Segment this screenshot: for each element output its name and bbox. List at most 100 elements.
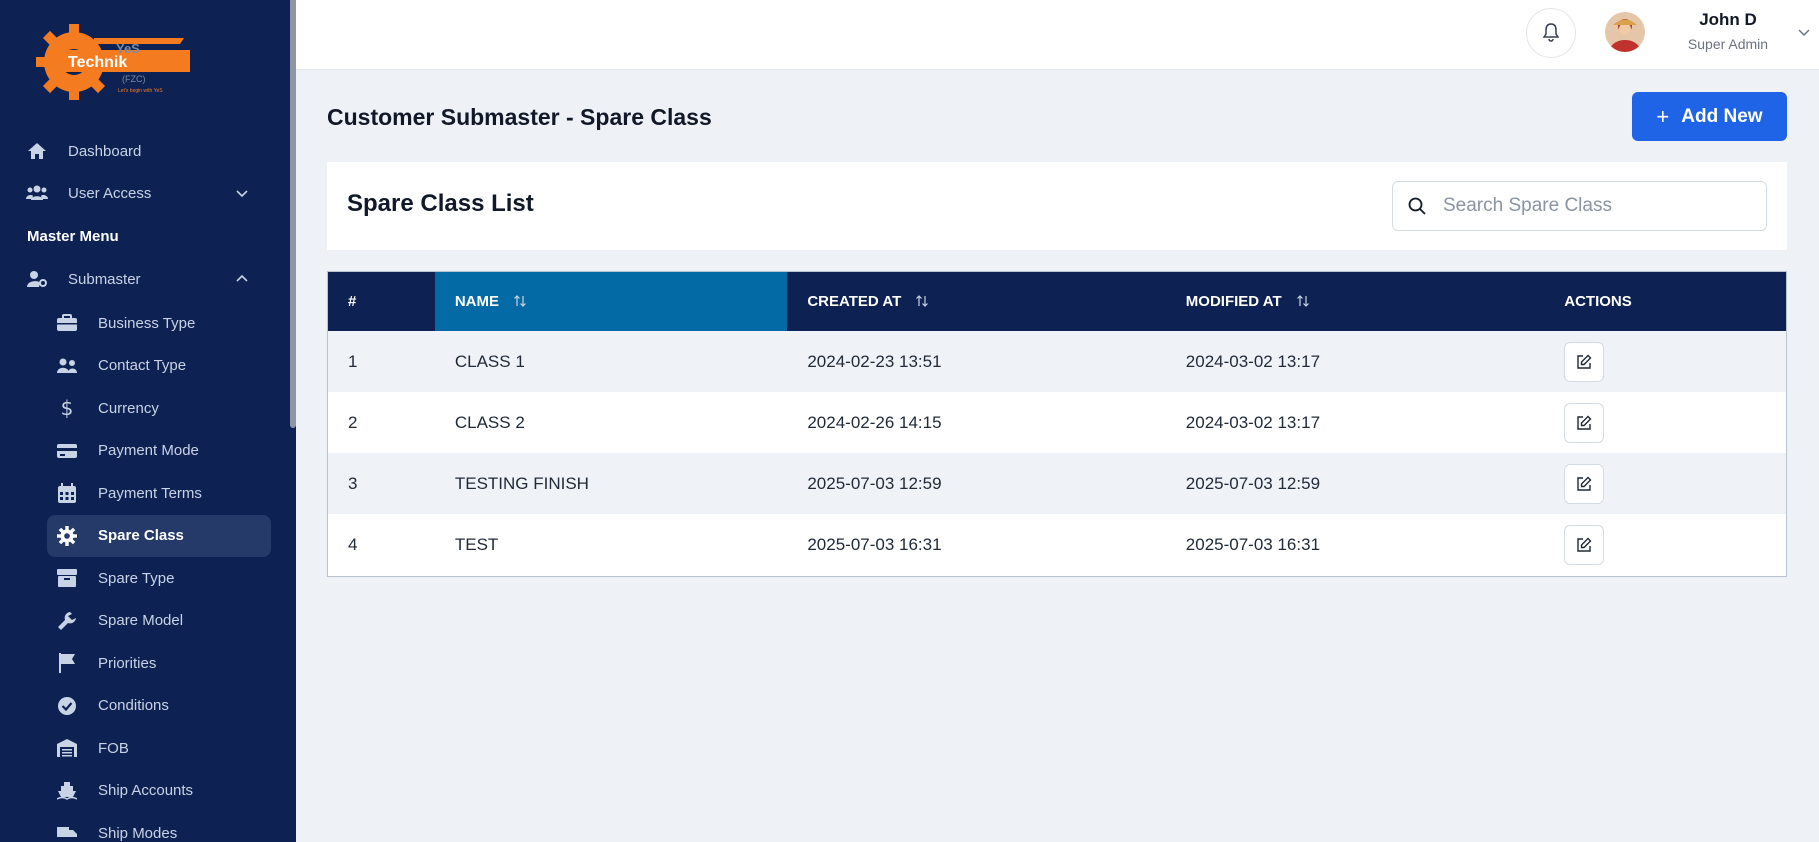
cell-modified-at: 2025-07-03 12:59 bbox=[1185, 473, 1321, 493]
edit-icon bbox=[1577, 537, 1592, 552]
sidebar-item-payment-terms[interactable]: Payment Terms bbox=[47, 472, 271, 515]
edit-icon bbox=[1577, 354, 1592, 369]
cell-name: TEST bbox=[454, 534, 499, 554]
sidebar-item-spare-class[interactable]: Spare Class bbox=[47, 514, 271, 557]
section-heading-master-menu: Master Menu bbox=[27, 227, 119, 245]
sidebar-item-label: Conditions bbox=[98, 697, 169, 715]
notifications-button[interactable] bbox=[1526, 8, 1576, 58]
column-header-created-at[interactable]: CREATED AT bbox=[787, 272, 1165, 331]
cell-index: 4 bbox=[348, 534, 358, 554]
flag-icon bbox=[56, 652, 78, 674]
sidebar-item-label: Spare Class bbox=[98, 527, 184, 545]
sidebar-item-payment-mode[interactable]: Payment Mode bbox=[47, 430, 271, 473]
sidebar-item-label: Payment Terms bbox=[98, 484, 202, 502]
chevron-up-icon bbox=[236, 274, 248, 282]
wrench-icon bbox=[56, 610, 78, 632]
sidebar-item-label: FOB bbox=[98, 739, 129, 757]
sidebar-item-label: Spare Model bbox=[98, 612, 184, 630]
add-new-button[interactable]: + Add New bbox=[1632, 92, 1787, 141]
sidebar-item-user-access[interactable]: User Access bbox=[0, 172, 290, 214]
brand-logo[interactable]: YeS Technik (FZC) Let's begin with YeS bbox=[34, 16, 194, 106]
cell-actions bbox=[1544, 331, 1786, 392]
cell-created-at: 2024-02-26 14:15 bbox=[807, 412, 942, 432]
sort-icon[interactable] bbox=[915, 294, 929, 308]
sidebar-item-contact-type[interactable]: Contact Type bbox=[47, 345, 271, 388]
table-row: 4 TEST 2025-07-03 16:31 2025-07-03 16:31 bbox=[328, 514, 1786, 575]
sidebar-item-priorities[interactable]: Priorities bbox=[47, 642, 271, 685]
search-box[interactable] bbox=[1392, 181, 1767, 231]
cell-created-at: 2024-02-23 13:51 bbox=[807, 351, 942, 371]
user-name[interactable]: John D bbox=[1668, 10, 1788, 30]
cell-index: 3 bbox=[348, 473, 358, 493]
edit-icon bbox=[1577, 476, 1592, 491]
sort-icon[interactable] bbox=[1296, 294, 1310, 308]
credit-card-icon bbox=[56, 440, 78, 462]
sidebar-nav: Dashboard User Access Master Menu Submas… bbox=[0, 130, 290, 842]
sidebar-item-spare-type[interactable]: Spare Type bbox=[47, 557, 271, 600]
page-title: Customer Submaster - Spare Class bbox=[327, 104, 712, 130]
briefcase-icon bbox=[56, 312, 78, 334]
sidebar-item-spare-model[interactable]: Spare Model bbox=[47, 600, 271, 643]
sort-icon[interactable] bbox=[513, 294, 527, 308]
warehouse-icon bbox=[56, 737, 78, 759]
edit-button[interactable] bbox=[1564, 341, 1605, 382]
gear-icon bbox=[56, 525, 78, 547]
sidebar-item-ship-modes[interactable]: Ship Modes bbox=[47, 812, 271, 842]
svg-text:Technik: Technik bbox=[68, 54, 127, 71]
user-cog-icon bbox=[26, 268, 48, 290]
sidebar-item-business-type[interactable]: Business Type bbox=[47, 302, 271, 345]
cell-actions bbox=[1544, 453, 1786, 514]
bell-icon bbox=[1542, 23, 1560, 42]
edit-button[interactable] bbox=[1564, 402, 1605, 443]
search-input[interactable] bbox=[1443, 195, 1743, 217]
sidebar-item-label: Contact Type bbox=[98, 357, 187, 375]
check-circle-icon bbox=[56, 695, 78, 717]
cell-index: 2 bbox=[348, 412, 358, 432]
home-icon bbox=[26, 140, 48, 162]
sidebar-item-submaster[interactable]: Submaster bbox=[0, 258, 290, 300]
cell-modified-at: 2025-07-03 16:31 bbox=[1185, 534, 1321, 554]
list-title: Spare Class List bbox=[347, 190, 534, 217]
sidebar-item-label: Ship Modes bbox=[98, 824, 178, 842]
cell-modified-at: 2024-03-02 13:17 bbox=[1185, 351, 1321, 371]
sidebar-item-label: Business Type bbox=[98, 314, 196, 332]
cell-actions bbox=[1544, 392, 1786, 453]
sidebar-item-label: Submaster bbox=[68, 270, 141, 288]
table-row: 2 CLASS 2 2024-02-26 14:15 2024-03-02 13… bbox=[328, 392, 1786, 453]
table-header-row: # NAME CREATED AT MODIFIED AT ACTIONS bbox=[328, 272, 1786, 331]
sidebar-item-label: Ship Accounts bbox=[98, 782, 194, 800]
search-icon bbox=[1408, 197, 1426, 215]
sidebar-item-dashboard[interactable]: Dashboard bbox=[0, 130, 290, 172]
list-header-card: Spare Class List bbox=[327, 162, 1787, 250]
sidebar-item-fob[interactable]: FOB bbox=[47, 727, 271, 770]
column-header-modified-at[interactable]: MODIFIED AT bbox=[1166, 272, 1544, 331]
svg-text:Let's begin with YeS: Let's begin with YeS bbox=[118, 88, 163, 94]
sidebar-item-label: Priorities bbox=[98, 654, 157, 672]
avatar[interactable] bbox=[1605, 12, 1645, 52]
svg-text:(FZC): (FZC) bbox=[122, 74, 146, 84]
sidebar-item-label: Payment Mode bbox=[98, 442, 199, 460]
table-row: 3 TESTING FINISH 2025-07-03 12:59 2025-0… bbox=[328, 453, 1786, 514]
sidebar-item-ship-accounts[interactable]: Ship Accounts bbox=[47, 770, 271, 813]
box-icon bbox=[56, 567, 78, 589]
cell-name: TESTING FINISH bbox=[454, 473, 589, 493]
cell-actions bbox=[1544, 514, 1786, 575]
cell-created-at: 2025-07-03 16:31 bbox=[807, 534, 942, 554]
sidebar-item-label: Currency bbox=[98, 399, 159, 417]
edit-icon bbox=[1577, 415, 1592, 430]
dollar-icon: $ bbox=[60, 396, 74, 421]
cell-index: 1 bbox=[348, 351, 358, 371]
edit-button[interactable] bbox=[1564, 524, 1605, 565]
logo-gear-icon: YeS Technik (FZC) Let's begin with YeS bbox=[36, 24, 190, 100]
column-header-index: # bbox=[348, 293, 357, 310]
column-header-actions: ACTIONS bbox=[1564, 293, 1632, 310]
cell-modified-at: 2024-03-02 13:17 bbox=[1185, 412, 1321, 432]
sidebar-item-conditions[interactable]: Conditions bbox=[47, 685, 271, 728]
top-bar: John D Super Admin bbox=[296, 0, 1819, 70]
edit-button[interactable] bbox=[1564, 463, 1605, 504]
column-header-name[interactable]: NAME bbox=[434, 272, 788, 331]
sidebar-item-label: Dashboard bbox=[68, 142, 142, 160]
chevron-down-icon[interactable] bbox=[1796, 24, 1812, 40]
sidebar: YeS Technik (FZC) Let's begin with YeS D… bbox=[0, 0, 296, 842]
sidebar-item-currency[interactable]: $ Currency bbox=[47, 387, 271, 430]
